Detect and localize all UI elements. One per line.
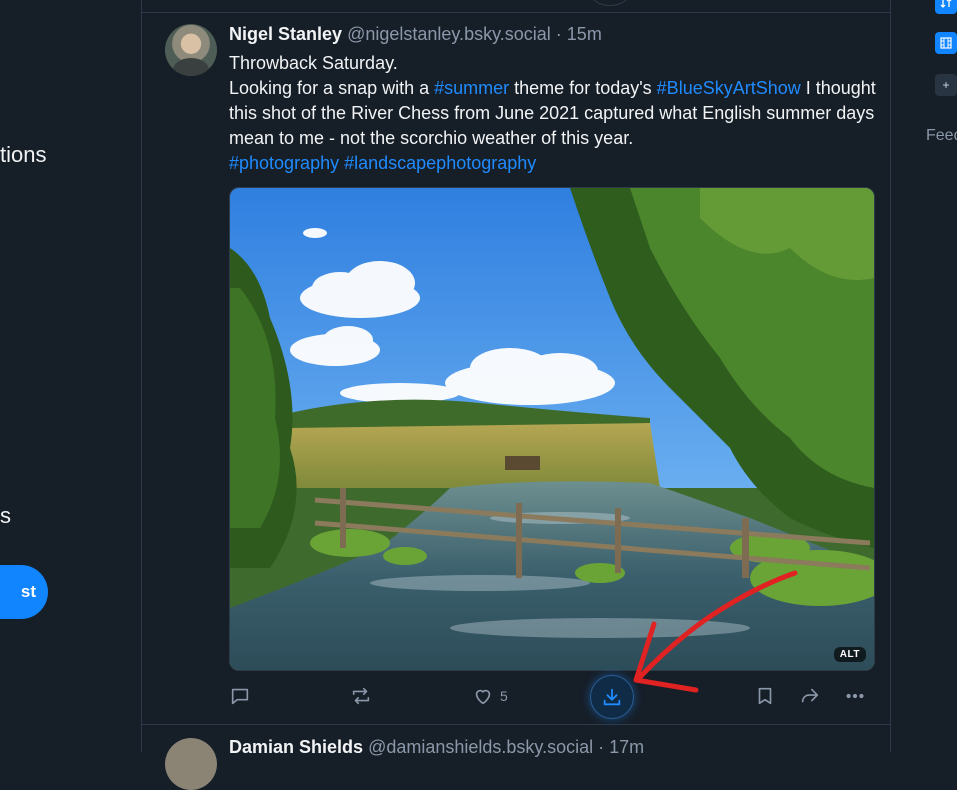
alt-text-badge[interactable]: ALT: [833, 647, 866, 662]
new-post-button[interactable]: st: [0, 565, 48, 619]
post-text-line1: Throwback Saturday.: [229, 53, 398, 73]
right-sidebar: + Feed: [891, 0, 957, 752]
next-header-separator: ·: [598, 737, 605, 757]
download-icon: [603, 688, 621, 706]
post-action-bar: 5: [229, 675, 879, 719]
bookmark-icon: [758, 687, 772, 705]
post-image[interactable]: ALT: [229, 187, 875, 671]
header-separator: ·: [555, 24, 562, 44]
nav-item-lists[interactable]: s: [0, 503, 11, 529]
more-icon: [846, 693, 864, 699]
new-post-label: st: [20, 582, 36, 601]
author-avatar[interactable]: [165, 24, 217, 76]
next-author-handle[interactable]: @damianshields.bsky.social: [368, 737, 593, 757]
like-count: 5: [500, 688, 508, 704]
like-button[interactable]: 5: [472, 680, 508, 712]
sort-icon[interactable]: [935, 0, 957, 14]
feed-column: Nigel Stanley @nigelstanley.bsky.social …: [141, 0, 891, 790]
post-timestamp[interactable]: 15m: [567, 24, 602, 44]
heart-icon: [475, 689, 491, 705]
post-text: Throwback Saturday. Looking for a snap w…: [229, 51, 879, 176]
hashtag-blueskyartshow[interactable]: #BlueSkyArtShow: [657, 78, 801, 98]
nav-item-notifications[interactable]: tions: [0, 142, 46, 168]
post-hashtags: #photography #landscapephotography: [229, 151, 879, 176]
hashtag-summer[interactable]: #summer: [434, 78, 509, 98]
previous-post-action-outline: [591, 0, 629, 6]
post-divider-top: [142, 12, 890, 13]
next-author-name[interactable]: Damian Shields: [229, 737, 363, 757]
post-text-part: theme for today's: [509, 78, 657, 98]
share-button[interactable]: [799, 680, 821, 712]
river-landscape-photo: [230, 188, 874, 670]
post-divider-bottom: [142, 724, 890, 725]
hashtag-landscapephotography[interactable]: #landscapephotography: [344, 153, 536, 173]
next-author-avatar[interactable]: [165, 738, 217, 790]
add-feed-icon[interactable]: +: [935, 74, 957, 96]
repost-button[interactable]: [350, 680, 372, 712]
bookmark-button[interactable]: [754, 680, 776, 712]
film-icon[interactable]: [935, 32, 957, 54]
share-icon: [801, 688, 819, 703]
repost-icon: [352, 687, 370, 705]
post-text-body: Looking for a snap with a #summer theme …: [229, 76, 879, 151]
more-options-button[interactable]: [844, 680, 866, 712]
post-header: Nigel Stanley @nigelstanley.bsky.social …: [229, 24, 602, 45]
next-post-timestamp[interactable]: 17m: [609, 737, 644, 757]
author-handle[interactable]: @nigelstanley.bsky.social: [347, 24, 551, 44]
left-sidebar: tions s st: [0, 0, 141, 752]
download-button[interactable]: [590, 675, 634, 719]
feeds-link[interactable]: Feed: [926, 127, 957, 145]
hashtag-photography[interactable]: #photography: [229, 153, 339, 173]
author-name[interactable]: Nigel Stanley: [229, 24, 342, 44]
reply-button[interactable]: [229, 680, 251, 712]
post-text-part: Looking for a snap with a: [229, 78, 435, 98]
reply-icon: [231, 688, 249, 705]
next-post-header: Damian Shields @damianshields.bsky.socia…: [229, 737, 644, 758]
